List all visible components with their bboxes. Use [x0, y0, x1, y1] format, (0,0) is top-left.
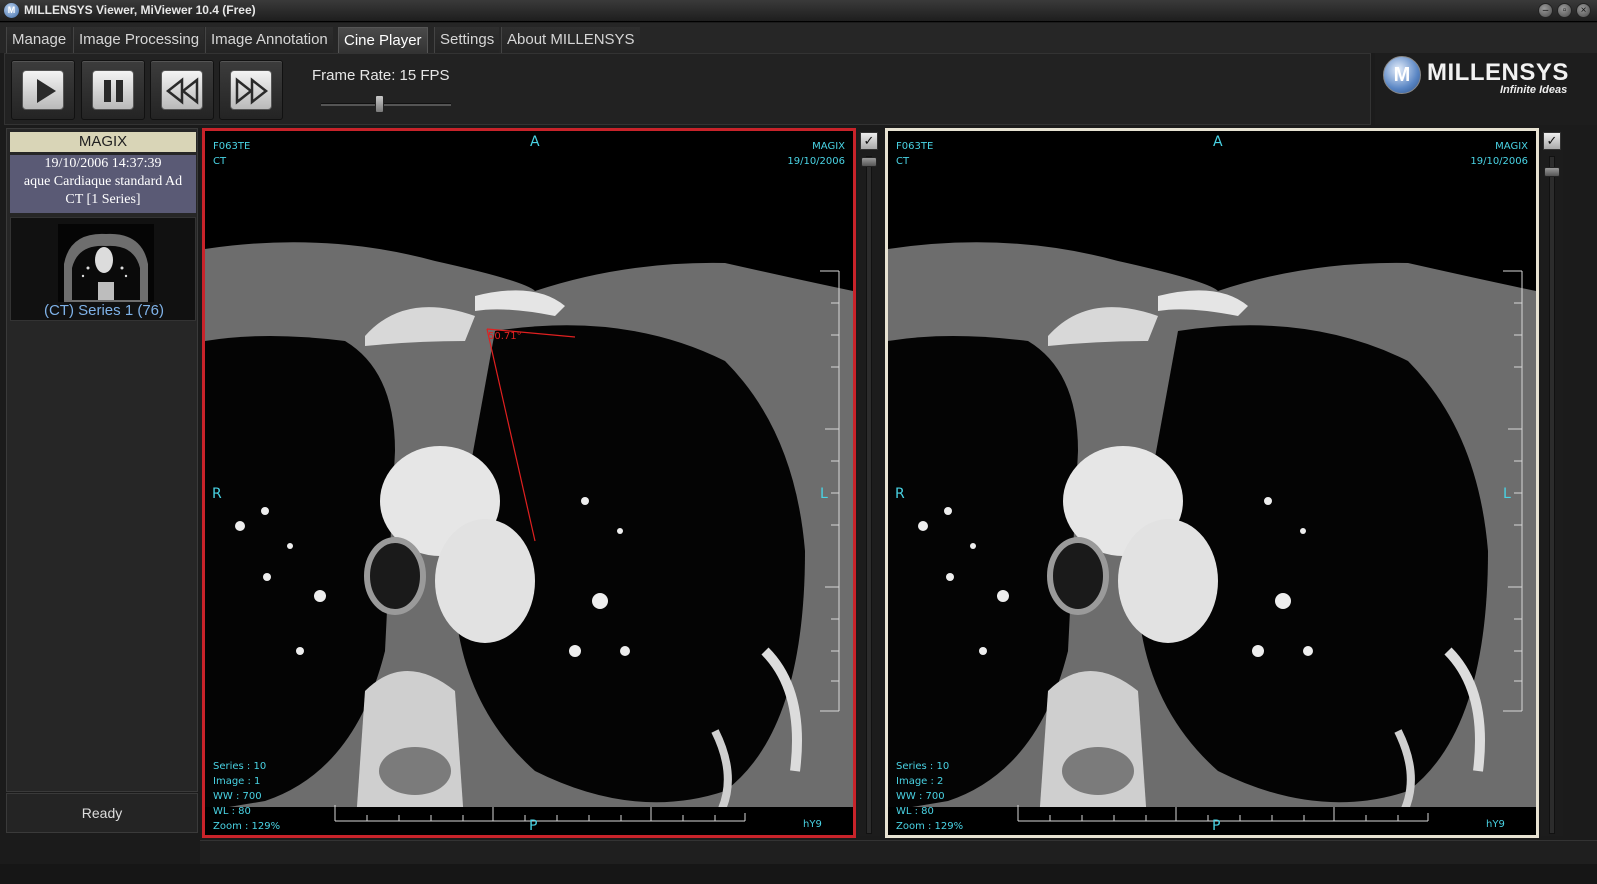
viewport-2[interactable]: F063TE CT MAGIX 19/10/2006 A R L P Serie… [885, 128, 1539, 838]
modality: CT [213, 156, 227, 167]
institution: MAGIX [812, 141, 845, 152]
overlay-top-right: MAGIX 19/10/2006 [1470, 139, 1528, 169]
viewport-2-controls: ✓ [1541, 130, 1563, 836]
orientation-right: L [820, 486, 828, 502]
series-label: (CT) Series 1 (76) [43, 302, 165, 319]
viewport-2-scrollbar[interactable] [1549, 156, 1555, 834]
orientation-top: A [530, 134, 540, 150]
study-header[interactable]: MAGIX [10, 132, 196, 152]
study-date: 19/10/2006 [787, 156, 845, 167]
status-text: Ready [6, 793, 198, 833]
millensys-logo: M MILLENSYS Infinite Ideas [1375, 53, 1597, 125]
study-modality-series: CT [1 Series] [65, 192, 141, 207]
rewind-icon [165, 77, 199, 105]
restore-button[interactable]: ▫ [1557, 3, 1572, 18]
series-number: Series : 10 [213, 761, 267, 772]
play-button[interactable] [11, 60, 75, 120]
logo-globe-icon: M [1383, 56, 1421, 94]
institution: MAGIX [1495, 141, 1528, 152]
pause-icon [104, 80, 123, 102]
pause-button[interactable] [81, 60, 145, 120]
study-date-time: 19/10/2006 14:37:39 [44, 156, 162, 171]
orientation-right: L [1503, 486, 1511, 502]
image-number: Image : 2 [896, 776, 944, 787]
orientation-bottom: P [1212, 818, 1221, 834]
app-icon: M [4, 3, 19, 18]
viewport-2-select-checkbox[interactable]: ✓ [1543, 132, 1561, 150]
image-number: Image : 1 [213, 776, 261, 787]
ct-image-2 [888, 131, 1536, 835]
frame-rate-label: Frame Rate: 15 FPS [312, 67, 450, 84]
tab-settings[interactable]: Settings [434, 27, 500, 53]
bottom-strip [0, 864, 1597, 884]
rewind-button[interactable] [150, 60, 214, 120]
close-button[interactable]: × [1576, 3, 1591, 18]
ct-image-1: 50.71° [205, 131, 853, 835]
orientation-top: A [1213, 134, 1223, 150]
viewport-1-controls: ✓ [858, 130, 880, 836]
viewport-1-scroll-thumb[interactable] [861, 157, 877, 167]
viewport-1[interactable]: 50.71° F063TE CT MAGIX 19/10/2006 A R L … [202, 128, 856, 838]
frame-rate-slider-track[interactable] [321, 103, 451, 106]
tab-image-annotation[interactable]: Image Annotation [205, 27, 333, 53]
menu-tab-bar: Manage Image Processing Image Annotation… [0, 23, 1597, 53]
window-width: WW : 700 [896, 791, 945, 802]
overlay-bottom-right: hY9 [803, 819, 822, 830]
viewport-2-scroll-thumb[interactable] [1544, 167, 1560, 177]
patient-id: F063TE [213, 141, 251, 152]
tab-manage[interactable]: Manage [6, 27, 72, 53]
frame-rate-slider-thumb[interactable] [375, 95, 384, 113]
study-info[interactable]: 19/10/2006 14:37:39 aque Cardiaque stand… [10, 155, 196, 213]
fast-forward-icon [235, 77, 269, 105]
study-panel: MAGIX 19/10/2006 14:37:39 aque Cardiaque… [6, 128, 198, 792]
series-thumbnail-image [58, 224, 154, 302]
overlay-top-right: MAGIX 19/10/2006 [787, 139, 845, 169]
bottom-bar [200, 840, 1597, 864]
logo-name: MILLENSYS [1427, 59, 1569, 86]
tab-cine-player[interactable]: Cine Player [338, 27, 428, 53]
modality: CT [896, 156, 910, 167]
orientation-bottom: P [529, 818, 538, 834]
orientation-left: R [212, 486, 222, 502]
title-bar: M MILLENSYS Viewer, MiViewer 10.4 (Free)… [0, 0, 1597, 22]
orientation-left: R [895, 486, 905, 502]
overlay-top-left: F063TE CT [213, 139, 250, 169]
overlay-bottom-left: Series : 10 Image : 2 WW : 700 WL : 80 Z… [896, 759, 963, 834]
fast-forward-button[interactable] [219, 60, 283, 120]
angle-annotation-label[interactable]: 50.71° [488, 331, 522, 342]
play-icon [37, 79, 56, 103]
window-width: WW : 700 [213, 791, 262, 802]
tab-about[interactable]: About MILLENSYS [501, 27, 640, 53]
window-level: WL : 80 [213, 806, 251, 817]
patient-id: F063TE [896, 141, 934, 152]
study-description: aque Cardiaque standard Ad [23, 174, 183, 189]
zoom-level: Zoom : 129% [896, 821, 964, 832]
series-thumbnail[interactable]: (CT) Series 1 (76) [10, 217, 196, 321]
viewport-1-scrollbar[interactable] [866, 156, 872, 834]
overlay-top-left: F063TE CT [896, 139, 933, 169]
window-level: WL : 80 [896, 806, 934, 817]
viewport-1-select-checkbox[interactable]: ✓ [860, 132, 878, 150]
overlay-bottom-left: Series : 10 Image : 1 WW : 700 WL : 80 Z… [213, 759, 280, 834]
series-number: Series : 10 [896, 761, 950, 772]
zoom-level: Zoom : 129% [213, 821, 281, 832]
window-title: MILLENSYS Viewer, MiViewer 10.4 (Free) [24, 3, 256, 17]
overlay-bottom-right: hY9 [1486, 819, 1505, 830]
cine-toolbar: Frame Rate: 15 FPS [4, 53, 1371, 125]
logo-tagline: Infinite Ideas [1500, 84, 1568, 96]
tab-image-processing[interactable]: Image Processing [73, 27, 205, 53]
study-date: 19/10/2006 [1470, 156, 1528, 167]
minimize-button[interactable]: – [1538, 3, 1553, 18]
